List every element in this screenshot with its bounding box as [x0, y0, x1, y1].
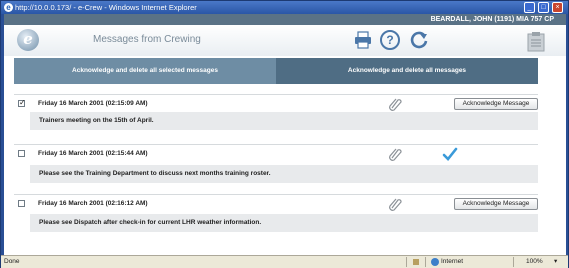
- zoom-level[interactable]: 100%: [526, 256, 543, 268]
- status-divider: [513, 257, 514, 267]
- message-text: Please see the Training Department to di…: [30, 165, 538, 183]
- checkmark-icon: ✓: [19, 98, 26, 107]
- message-header: Friday 16 March 2001 (02:15:44 AM): [14, 144, 538, 162]
- message-checkbox[interactable]: [18, 200, 25, 207]
- internet-explorer-icon: e: [4, 3, 13, 12]
- paperclip-icon[interactable]: [388, 196, 402, 212]
- message-date: Friday 16 March 2001 (02:15:44 AM): [38, 150, 148, 157]
- message-checkbox[interactable]: ✓: [18, 98, 26, 107]
- message-checkbox[interactable]: [18, 150, 25, 157]
- message-text: Trainers meeting on the 15th of April.: [30, 112, 538, 130]
- ack-delete-selected-button[interactable]: Acknowledge and delete all selected mess…: [14, 58, 276, 84]
- status-text: Done: [4, 258, 20, 265]
- action-bar: Acknowledge and delete all selected mess…: [14, 58, 538, 84]
- page-content: BEARDALL, JOHN (1191) MIA 757 CP e Messa…: [4, 14, 566, 255]
- status-bar: Done Internet 100% ▾: [1, 255, 568, 268]
- paperclip-icon[interactable]: [388, 146, 402, 162]
- ack-delete-all-button[interactable]: Acknowledge and delete all messages: [276, 58, 538, 84]
- status-divider: [406, 257, 407, 267]
- security-lock-icon: [413, 259, 419, 265]
- message-date: Friday 16 March 2001 (02:16:12 AM): [38, 200, 148, 207]
- message-header: Friday 16 March 2001 (02:16:12 AM) Ackno…: [14, 194, 538, 212]
- close-button[interactable]: ×: [552, 2, 563, 13]
- message-header: ✓ Friday 16 March 2001 (02:15:09 AM) Ack…: [14, 94, 538, 112]
- paperclip-icon[interactable]: [388, 96, 402, 112]
- user-info-bar: BEARDALL, JOHN (1191) MIA 757 CP: [4, 14, 566, 25]
- security-zone-label[interactable]: Internet: [441, 256, 463, 268]
- maximize-button[interactable]: □: [538, 2, 549, 13]
- ecrew-logo-icon[interactable]: e: [17, 29, 39, 51]
- page-title: Messages from Crewing: [93, 34, 201, 45]
- title-bar: e http://10.0.0.173/ - e-Crew - Windows …: [1, 1, 568, 14]
- refresh-icon[interactable]: [409, 30, 429, 50]
- app-header: e Messages from Crewing ?: [4, 25, 566, 56]
- chevron-down-icon[interactable]: ▾: [554, 256, 557, 268]
- acknowledged-check-icon: [442, 147, 458, 161]
- browser-window: e http://10.0.0.173/ - e-Crew - Windows …: [0, 0, 569, 268]
- help-icon[interactable]: ?: [380, 30, 400, 50]
- message-text: Please see Dispatch after check-in for c…: [30, 214, 538, 232]
- window-title: http://10.0.0.173/ - e-Crew - Windows In…: [15, 3, 197, 12]
- minimize-button[interactable]: _: [524, 2, 535, 13]
- print-icon[interactable]: [353, 30, 373, 50]
- clipboard-icon[interactable]: [525, 30, 547, 52]
- acknowledge-message-button[interactable]: Acknowledge Message: [454, 98, 538, 110]
- acknowledge-message-button[interactable]: Acknowledge Message: [454, 198, 538, 210]
- internet-zone-globe-icon: [431, 258, 439, 266]
- status-divider: [425, 257, 426, 267]
- message-date: Friday 16 March 2001 (02:15:09 AM): [38, 100, 148, 107]
